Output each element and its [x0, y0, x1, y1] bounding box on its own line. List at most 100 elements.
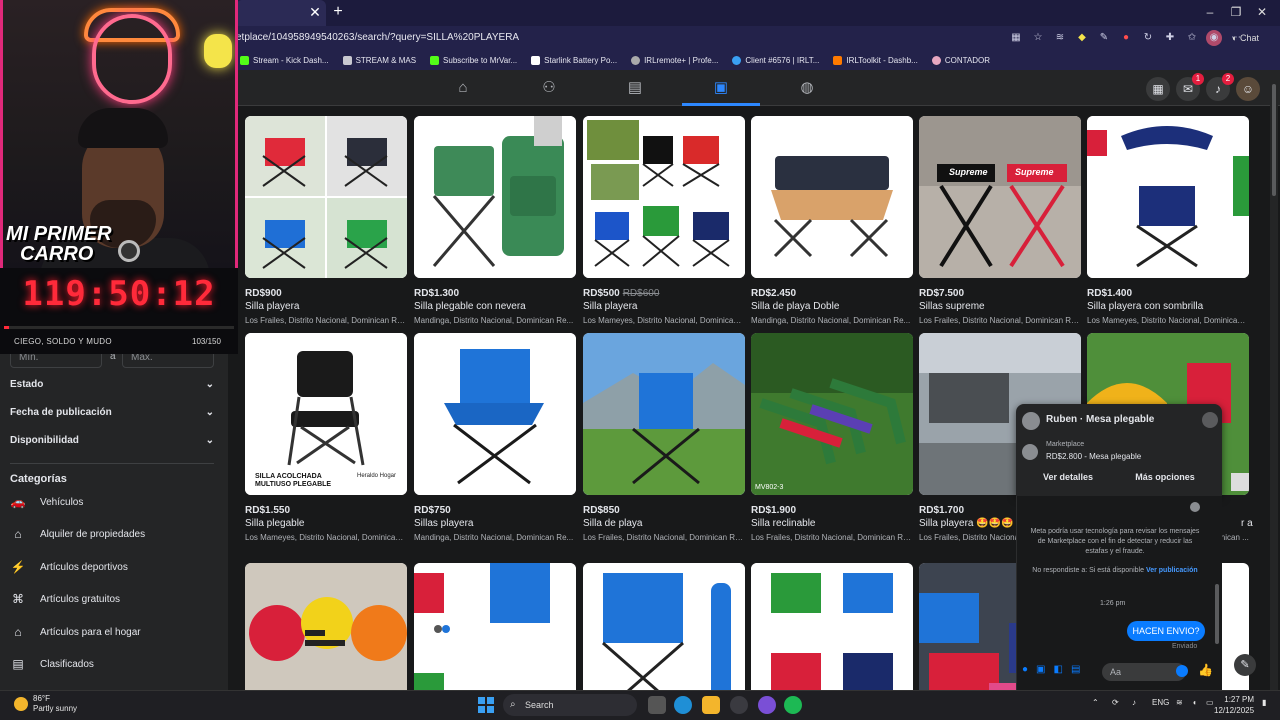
bookmark-item[interactable]: IRLremote+ | Profe... — [631, 55, 718, 65]
category-alquiler[interactable]: ⌂ Alquiler de propiedades — [10, 524, 210, 544]
extension-icon[interactable]: ≋ — [1052, 30, 1068, 46]
volume-icon[interactable]: ◖ — [1192, 698, 1197, 707]
bookmark-item[interactable]: Client #6576 | IRLT... — [732, 55, 819, 65]
wheel-icon — [118, 240, 140, 262]
image-watermark: MV802-3 — [755, 484, 784, 491]
bookmark-item[interactable]: Subscribe to MrVar... — [430, 55, 517, 65]
weather-widget[interactable]: 86°F Partly sunny — [14, 694, 77, 714]
view-details-button[interactable]: Ver detalles — [1030, 468, 1106, 486]
category-deportivos[interactable]: ⚡ Artículos deportivos — [10, 557, 210, 577]
task-view-icon[interactable] — [648, 696, 666, 714]
url-field[interactable]: etplace/104958949540263/search/?query=SI… — [236, 29, 996, 47]
wifi-icon[interactable]: ≋ — [1176, 698, 1183, 707]
view-post-link[interactable]: Ver publicación — [1146, 567, 1198, 574]
file-explorer-icon[interactable] — [702, 696, 720, 714]
taskbar-search[interactable]: ⌕ Search — [503, 694, 637, 716]
close-window-icon[interactable]: ✕ — [1254, 4, 1270, 20]
maximize-icon[interactable]: ❐ — [1228, 4, 1244, 20]
no-reply-notice: No respondiste a: Si está disponible Ver… — [1030, 566, 1200, 576]
chat-body — [1016, 496, 1222, 690]
bookmark-label: Stream - Kick Dash... — [253, 55, 329, 65]
avatar[interactable]: ☺ — [1236, 77, 1260, 101]
filter-estado[interactable]: Estado ⌄ — [10, 379, 214, 397]
old-price: RD$600 — [622, 288, 660, 299]
filter-disponibilidad[interactable]: Disponibilidad ⌄ — [10, 435, 214, 453]
category-label: Vehículos — [40, 496, 84, 508]
category-vehiculos[interactable]: 🚗 Vehículos — [10, 492, 210, 512]
spotify-icon[interactable] — [784, 696, 802, 714]
split-screen-icon[interactable]: ▦ — [1008, 30, 1024, 46]
seen-avatar — [1190, 502, 1200, 512]
image-icon[interactable]: ▣ — [1036, 664, 1045, 675]
microphone-icon[interactable]: ♪ — [1132, 698, 1136, 707]
chevron-down-icon: ⌄ — [205, 379, 214, 390]
filter-label: Disponibilidad — [10, 435, 79, 446]
minimize-icon[interactable]: – — [1202, 4, 1218, 20]
refresh-extension-icon[interactable]: ↻ — [1140, 30, 1156, 46]
listing-title: Silla de playa — [583, 518, 643, 529]
notification-bell-icon[interactable]: ▮ — [1262, 698, 1266, 707]
category-hogar[interactable]: ⌂ Artículos para el hogar — [10, 622, 210, 642]
bookmark-item[interactable]: Stream - Kick Dash... — [240, 55, 329, 65]
image-caption: SILLA ACOLCHADA MULTIUSO PLEGABLE — [255, 473, 331, 489]
windows-start-icon[interactable] — [478, 697, 494, 713]
partly-sunny-icon — [14, 697, 28, 711]
supreme-label: Supreme — [1015, 167, 1054, 177]
sticker-icon[interactable]: ◧ — [1054, 664, 1063, 675]
chat-avatar[interactable] — [1022, 412, 1040, 430]
message-input[interactable]: Aa — [1102, 663, 1186, 681]
chat-title[interactable]: Ruben · Mesa plegable — [1046, 414, 1154, 425]
thumbs-up-icon[interactable]: 👍 — [1198, 663, 1213, 677]
tray-chevron-icon[interactable]: ⌃ — [1092, 698, 1099, 707]
menu-grid-icon[interactable]: ▦ — [1146, 77, 1170, 101]
profile-avatar[interactable]: ◉ — [1206, 30, 1222, 46]
new-tab-icon[interactable]: + — [330, 3, 346, 21]
bookmark-item[interactable]: IRLToolkit - Dashb... — [833, 55, 918, 65]
scrollbar-thumb[interactable] — [1272, 84, 1276, 196]
price-value: RD$500 — [583, 288, 620, 299]
chat-message-bubble: HACEN ENVIO? — [1127, 621, 1205, 641]
emoji-icon[interactable] — [1176, 665, 1188, 677]
listing-image — [583, 563, 745, 690]
category-gratuitos[interactable]: ⌘ Artículos gratuitos — [10, 589, 210, 609]
pen-icon[interactable]: ✎ — [1096, 30, 1112, 46]
listing-price: RD$900 — [245, 288, 282, 299]
more-options-button[interactable]: Más opciones — [1120, 468, 1210, 486]
language-indicator[interactable]: ENG — [1152, 698, 1169, 707]
battery-icon[interactable]: ▭ — [1206, 698, 1214, 707]
puzzle-icon[interactable]: ✚ — [1162, 30, 1178, 46]
edge-icon[interactable] — [674, 696, 692, 714]
marketplace-icon[interactable]: ▣ — [711, 78, 731, 98]
taskbar-clock[interactable]: 1:27 PM 12/12/2025 — [1214, 694, 1254, 716]
tray-app-icon[interactable]: ⟳ — [1112, 698, 1119, 707]
listing-title: Sillas playera — [414, 518, 474, 529]
listing-price: RD$1.550 — [245, 505, 290, 516]
bookmark-item[interactable]: STREAM & MAS — [342, 55, 416, 65]
bookmark-item[interactable]: Starlink Battery Po... — [531, 55, 617, 65]
category-clasificados[interactable]: ▤ Clasificados — [10, 654, 210, 674]
mic-icon[interactable]: ● — [1022, 664, 1028, 675]
category-label: Artículos para el hogar — [40, 626, 141, 638]
dashboard-icon[interactable]: ▤ — [625, 78, 645, 98]
favorite-star-icon[interactable]: ☆ — [1030, 30, 1046, 46]
gif-icon[interactable]: ▤ — [1071, 664, 1080, 675]
home-icon[interactable]: ⌂ — [453, 78, 473, 98]
chat-close-icon[interactable] — [1202, 412, 1218, 428]
gaming-icon[interactable]: ◍ — [797, 78, 817, 98]
favorites-icon[interactable]: ✩ — [1184, 30, 1200, 46]
streaming-app-icon[interactable] — [758, 696, 776, 714]
weather-text: 86°F Partly sunny — [33, 694, 77, 714]
tab-close-icon[interactable]: ✕ — [308, 4, 322, 20]
recliner-chairs-image — [751, 333, 913, 495]
record-icon[interactable]: ● — [1118, 30, 1134, 46]
filter-fecha[interactable]: Fecha de publicación ⌄ — [10, 407, 214, 425]
chat-scroll-thumb[interactable] — [1215, 584, 1219, 644]
extension-dot-icon[interactable]: ◆ — [1074, 30, 1090, 46]
bookmark-item[interactable]: CONTADOR — [931, 55, 990, 65]
chrome-icon[interactable] — [730, 696, 748, 714]
chevron-down-icon: ⌄ — [205, 435, 214, 446]
friends-icon[interactable]: ⚇ — [539, 78, 559, 98]
category-label: Artículos gratuitos — [40, 593, 121, 605]
new-message-icon[interactable]: ✎ — [1234, 654, 1256, 676]
copilot-chat-button[interactable]: ◐ Chat — [1232, 29, 1259, 47]
